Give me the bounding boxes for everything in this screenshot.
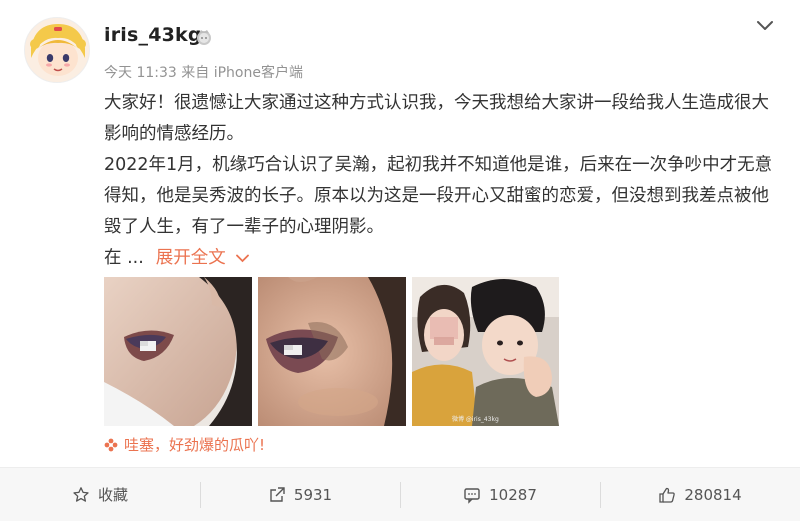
post-photo-2[interactable]	[258, 277, 406, 426]
comment-button[interactable]: 10287	[400, 468, 600, 521]
expand-label: 展开全文	[155, 248, 226, 268]
photo-injured-lip-2	[258, 277, 406, 426]
photo-injured-lip-1	[104, 277, 252, 426]
repost-count: 5931	[293, 485, 333, 504]
post-content: 大家好！很遗憾让大家通过这种方式认识我，今天我想给大家讲一段给我人生造成很大影响…	[104, 88, 784, 274]
post-paragraph-1: 大家好！很遗憾让大家通过这种方式认识我，今天我想给大家讲一段给我人生造成很大影响…	[104, 93, 769, 144]
photo-couple-selfie: 微博 @iris_43kg	[412, 277, 559, 426]
expand-full-text-link[interactable]: 展开全文	[156, 243, 249, 274]
post-paragraph-2: 2022年1月，机缘巧合认识了吴瀚，起初我并不知道他是谁，后来在一次争吵中才无意…	[104, 155, 773, 237]
cartoon-avatar-image	[25, 18, 89, 82]
post-photo-3[interactable]: 微博 @iris_43kg	[412, 277, 559, 426]
comment-icon	[464, 487, 480, 504]
vip-badge-icon	[197, 30, 211, 45]
post-photo-1[interactable]	[104, 277, 252, 426]
repost-button[interactable]: 5931	[200, 468, 400, 521]
avatar[interactable]	[24, 17, 90, 83]
favorite-label: 收藏	[97, 486, 128, 504]
like-button[interactable]: 280814	[600, 468, 800, 521]
star-icon	[73, 486, 89, 502]
chevron-down-icon[interactable]	[756, 16, 774, 34]
action-bar: 收藏 5931 10287 280814	[0, 468, 800, 521]
chevron-down-icon	[235, 254, 249, 263]
flower-icon	[104, 438, 118, 451]
post-meta: 今天 11:33 来自 iPhone客户端	[104, 65, 303, 81]
favorite-button[interactable]: 收藏	[0, 468, 200, 521]
share-icon	[270, 486, 285, 502]
like-count: 280814	[684, 485, 742, 504]
thumbs-up-icon	[659, 487, 676, 503]
truncated-line: 在 ... 展开全文	[104, 243, 784, 274]
recommendation-tag[interactable]: 哇塞，好劲爆的瓜吖!	[104, 434, 265, 455]
weibo-post-card: iris_43kg 今天 11:33 来自 iPhone客户端 大家好！很遗憾让…	[0, 0, 800, 521]
truncated-text: 在 ...	[104, 248, 144, 268]
comment-count: 10287	[489, 485, 537, 504]
photo-watermark: 微博 @iris_43kg	[452, 415, 499, 423]
username[interactable]: iris_43kg	[104, 24, 202, 46]
tag-text: 哇塞，好劲爆的瓜吖!	[124, 436, 266, 454]
